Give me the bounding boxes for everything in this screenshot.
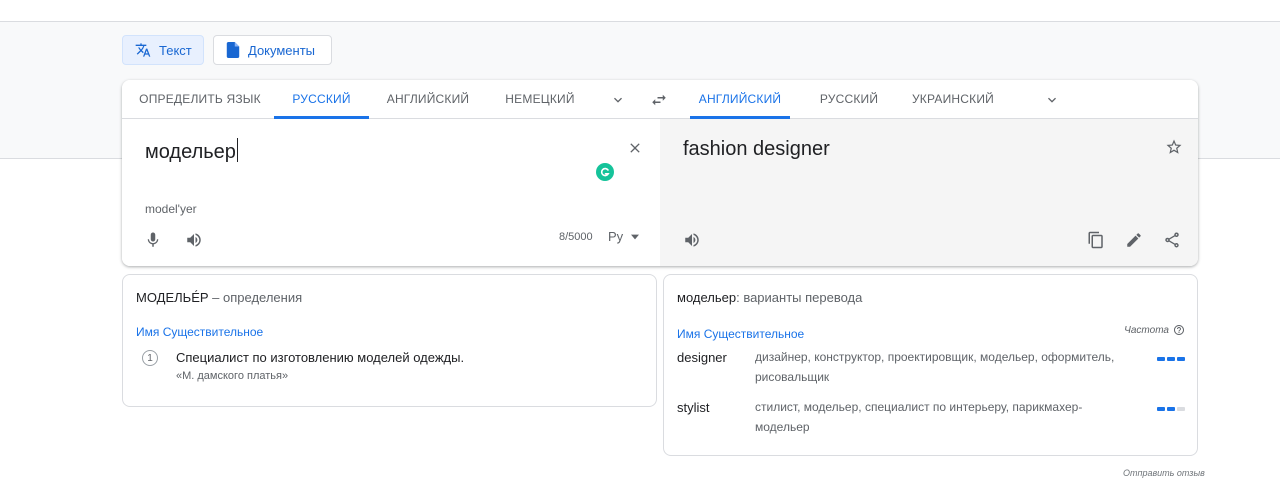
- source-listen-speaker-icon[interactable]: [184, 230, 204, 250]
- grammarly-icon[interactable]: [596, 163, 614, 181]
- text-mode-button[interactable]: Текст: [122, 35, 204, 65]
- tab-source-english[interactable]: АНГЛИЙСКИЙ: [377, 80, 479, 119]
- source-more-languages-chevron-down-icon[interactable]: [610, 92, 626, 108]
- definition-text: Специалист по изготовлению моделей одежд…: [176, 350, 465, 365]
- character-counter: 8/5000: [559, 231, 593, 243]
- frequency-bars-medium: [1157, 407, 1185, 411]
- text-mode-label: Текст: [159, 42, 192, 58]
- transliteration: model'yer: [145, 202, 197, 216]
- frequency-header: Частота: [1124, 324, 1185, 336]
- translator-card: ОПРЕДЕЛИТЬ ЯЗЫК РУССКИЙ АНГЛИЙСКИЙ НЕМЕЦ…: [122, 80, 1198, 266]
- microphone-icon[interactable]: [143, 230, 163, 250]
- translation-listen-speaker-icon[interactable]: [682, 230, 702, 250]
- help-icon[interactable]: [1173, 324, 1185, 336]
- caret-down-icon: [631, 234, 640, 239]
- definitions-part-of-speech: Имя Существительное: [136, 325, 264, 339]
- definitions-title-suffix: – определения: [208, 290, 303, 305]
- tab-target-ukrainian[interactable]: УКРАИНСКИЙ: [905, 80, 1001, 119]
- alternatives-headword: модельер: [677, 290, 737, 305]
- edit-translation-pencil-icon[interactable]: [1124, 230, 1144, 250]
- save-translation-star-icon[interactable]: [1164, 137, 1184, 157]
- target-pane: fashion designer: [660, 119, 1198, 266]
- document-icon: [226, 42, 240, 58]
- translation-text: fashion designer: [683, 138, 830, 160]
- copy-translation-icon[interactable]: [1086, 230, 1106, 250]
- share-translation-icon[interactable]: [1162, 230, 1182, 250]
- alternatives-title: модельер: варианты перевода: [677, 290, 862, 305]
- frequency-label: Частота: [1124, 324, 1169, 336]
- definition-example: «М. дамского платья»: [176, 370, 289, 382]
- alternative-word[interactable]: stylist: [677, 400, 710, 415]
- alternatives-panel: модельер: варианты перевода Имя Существи…: [663, 274, 1198, 456]
- keyboard-layout-label: Ру: [608, 229, 624, 244]
- input-tools-keyboard-selector[interactable]: Ру: [608, 229, 640, 244]
- frequency-bars-high: [1157, 357, 1185, 361]
- alternatives-part-of-speech: Имя Существительное: [677, 327, 805, 341]
- tab-source-german[interactable]: НЕМЕЦКИЙ: [496, 80, 584, 119]
- definitions-title: МОДЕЛЬЕ́Р – определения: [136, 290, 302, 305]
- definition-number: 1: [142, 350, 158, 366]
- documents-mode-label: Документы: [248, 42, 316, 58]
- tab-detect-language[interactable]: ОПРЕДЕЛИТЬ ЯЗЫК: [130, 80, 270, 119]
- definitions-headword: МОДЕЛЬЕ́Р: [136, 290, 209, 305]
- alternative-synonyms: дизайнер, конструктор, проектировщик, мо…: [755, 350, 1115, 384]
- language-bar: ОПРЕДЕЛИТЬ ЯЗЫК РУССКИЙ АНГЛИЙСКИЙ НЕМЕЦ…: [122, 80, 1198, 119]
- tab-source-russian[interactable]: РУССКИЙ: [274, 80, 369, 119]
- tab-target-russian[interactable]: РУССКИЙ: [808, 80, 890, 119]
- definitions-panel: МОДЕЛЬЕ́Р – определения Имя Существитель…: [122, 274, 657, 407]
- alternative-word[interactable]: designer: [677, 350, 727, 365]
- target-more-languages-chevron-down-icon[interactable]: [1044, 92, 1060, 108]
- alternative-synonyms: стилист, модельер, специалист по интерье…: [755, 400, 1083, 434]
- send-feedback-link[interactable]: Отправить отзыв: [1123, 468, 1205, 478]
- alternatives-title-suffix: : варианты перевода: [736, 290, 863, 305]
- documents-mode-button[interactable]: Документы: [213, 35, 332, 65]
- text-caret: [236, 138, 238, 162]
- source-pane[interactable]: модельер model'yer 8/5000 Ру: [122, 119, 660, 266]
- swap-languages-icon[interactable]: [650, 91, 668, 109]
- clear-text-close-icon[interactable]: [627, 140, 643, 156]
- source-text-input[interactable]: модельер: [145, 138, 238, 164]
- tab-target-english[interactable]: АНГЛИЙСКИЙ: [690, 80, 790, 119]
- source-text: модельер: [145, 141, 236, 163]
- translate-icon: [135, 43, 151, 57]
